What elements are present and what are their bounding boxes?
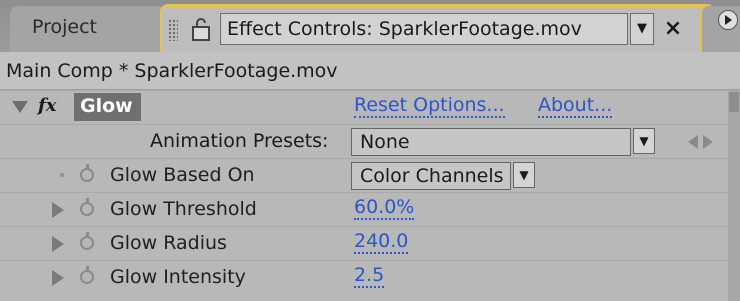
stopwatch-icon[interactable] <box>80 232 94 250</box>
tab-project[interactable]: Project <box>10 6 165 52</box>
lock-icon[interactable] <box>190 16 212 42</box>
bullet-icon <box>60 173 64 177</box>
effect-row-glow: fx Glow Reset Options... About... <box>0 90 728 124</box>
tab-project-label: Project <box>32 16 98 38</box>
tab-effect-controls[interactable]: Effect Controls: SparklerFootage.mov ▼ × <box>160 4 715 52</box>
property-row: Glow Intensity 2.5 <box>0 260 728 301</box>
animation-presets-row: Animation Presets: None ▼ <box>0 124 728 158</box>
panel-tab-bar: Project Effect Controls: SparklerFootage… <box>0 0 740 52</box>
previous-preset-icon[interactable] <box>688 135 698 149</box>
stopwatch-icon[interactable] <box>80 164 94 182</box>
property-label: Glow Threshold <box>110 198 257 220</box>
glow-radius-value[interactable]: 240.0 <box>354 230 409 254</box>
animation-presets-label: Animation Presets: <box>150 130 329 152</box>
comp-layer-header: Main Comp * SparklerFootage.mov <box>0 52 740 90</box>
chevron-down-icon[interactable]: ▼ <box>633 128 655 154</box>
effect-controls-title: Effect Controls: SparklerFootage.mov <box>227 18 582 40</box>
twirl-right-icon[interactable] <box>52 270 64 286</box>
about-link[interactable]: About... <box>538 94 613 118</box>
twirl-down-icon[interactable] <box>12 101 28 113</box>
animation-presets-value: None <box>360 131 410 153</box>
effect-controls-layer-dropdown[interactable]: Effect Controls: SparklerFootage.mov <box>220 13 628 45</box>
reset-options-link[interactable]: Reset Options... <box>354 94 505 118</box>
glow-based-on-value: Color Channels <box>360 165 504 187</box>
drag-grip-icon[interactable] <box>168 19 178 41</box>
effect-name[interactable]: Glow <box>74 93 141 121</box>
property-row: Glow Radius 240.0 <box>0 226 728 260</box>
panel-menu-icon[interactable] <box>718 10 738 30</box>
twirl-right-icon[interactable] <box>52 236 64 252</box>
property-label: Glow Based On <box>110 164 255 186</box>
glow-based-on-dropdown[interactable]: Color Channels <box>351 162 511 190</box>
glow-intensity-value[interactable]: 2.5 <box>354 264 385 288</box>
chevron-down-icon[interactable]: ▼ <box>630 13 654 45</box>
animation-presets-dropdown[interactable]: None <box>351 128 631 156</box>
glow-threshold-value[interactable]: 60.0% <box>354 196 415 220</box>
next-preset-icon[interactable] <box>703 135 713 149</box>
twirl-right-icon[interactable] <box>52 202 64 218</box>
close-icon[interactable]: × <box>660 15 686 43</box>
chevron-down-icon[interactable]: ▼ <box>513 162 535 188</box>
stopwatch-icon[interactable] <box>80 266 94 284</box>
stopwatch-icon[interactable] <box>80 198 94 216</box>
fx-icon[interactable]: fx <box>38 95 56 116</box>
property-row: Glow Threshold 60.0% <box>0 192 728 226</box>
property-row: Glow Based On Color Channels ▼ <box>0 158 728 192</box>
property-label: Glow Radius <box>110 232 227 254</box>
scrollbar-thumb[interactable] <box>729 92 739 112</box>
property-label: Glow Intensity <box>110 266 246 288</box>
vertical-scrollbar[interactable] <box>728 90 740 301</box>
